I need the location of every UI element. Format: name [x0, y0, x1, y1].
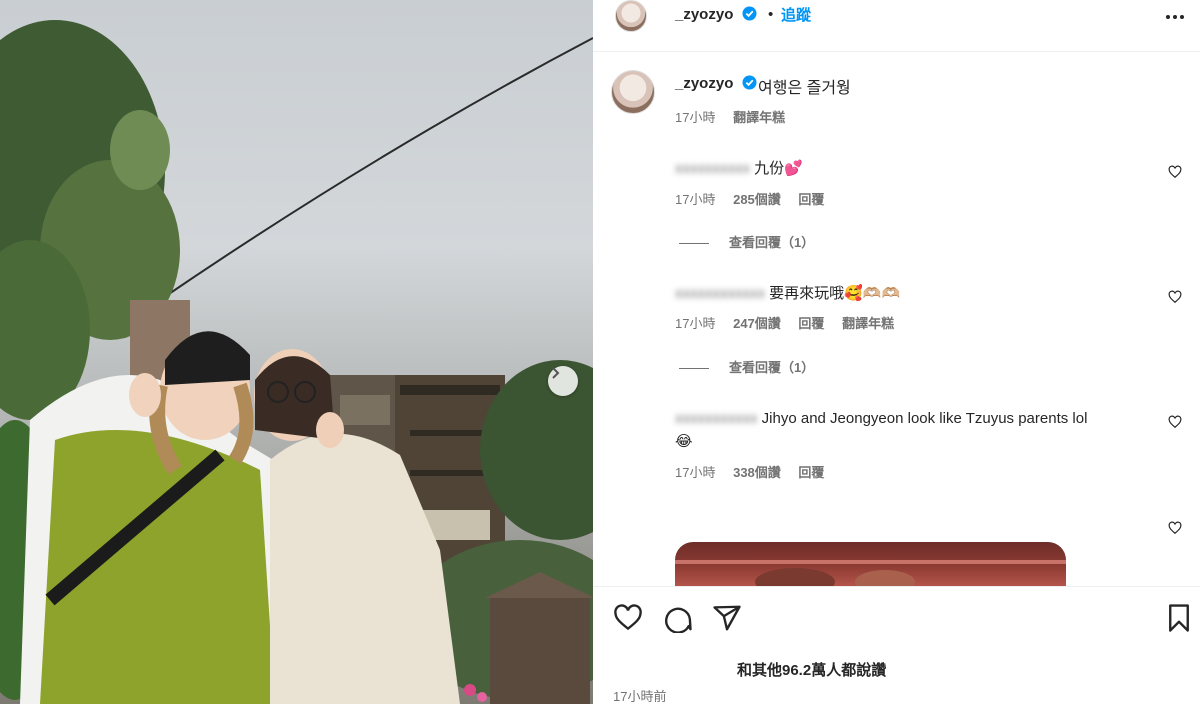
verified-badge-icon: [742, 6, 757, 21]
comment-2-likes[interactable]: 247個讚: [733, 316, 781, 331]
comment-3-likes[interactable]: 338個讚: [733, 465, 781, 480]
comment-1-body: xxxxxxxxxx 九份💕: [675, 157, 803, 178]
more-options-icon[interactable]: [1165, 4, 1185, 25]
photo-scene: [0, 20, 593, 704]
comment-2-reply-button[interactable]: 回覆: [798, 316, 824, 331]
likes-summary[interactable]: 和其他96.2萬人都說讚: [737, 659, 886, 680]
caption-meta: 17小時 翻譯年糕: [675, 107, 799, 126]
comment-3-body: xxxxxxxxxxx Jihyo and Jeongyeon look lik…: [675, 407, 1155, 453]
comment-2-meta: 17小時 247個讚 回覆 翻譯年糕: [675, 313, 908, 332]
caption-time: 17小時: [675, 110, 716, 125]
next-photo-button[interactable]: [548, 366, 578, 396]
comment-4-like-icon[interactable]: [1168, 521, 1182, 535]
post-time: 17小時前: [613, 689, 667, 704]
caption-avatar[interactable]: [611, 70, 655, 114]
comment-3-meta: 17小時 338個讚 回覆: [675, 462, 838, 481]
actions-divider: [593, 586, 1200, 587]
header-username[interactable]: _zyozyo: [675, 6, 757, 23]
caption-username[interactable]: _zyozyo: [675, 75, 757, 92]
comment-3-like-icon[interactable]: [1168, 415, 1182, 429]
comment-3-username[interactable]: xxxxxxxxxxx: [675, 407, 758, 430]
comment-3-time: 17小時: [675, 465, 716, 480]
comment-1-view-replies[interactable]: 查看回覆（1）: [679, 232, 814, 251]
post-header: _zyozyo • 追蹤: [593, 0, 1200, 52]
view-replies-text[interactable]: 查看回覆（1）: [729, 235, 814, 250]
caption-username-text[interactable]: _zyozyo: [675, 75, 733, 92]
comment-2-translate-button[interactable]: 翻譯年糕: [842, 316, 894, 331]
avatar[interactable]: [615, 0, 647, 32]
comment-2-body: xxxxxxxxxxxx 要再來玩哦🥰🫶🏼🫶🏼: [675, 282, 900, 303]
post-side-panel: _zyozyo • 追蹤 _zyozyo 여행은 즐거웡 17小時 翻譯年糕 x…: [593, 0, 1200, 704]
share-send-icon[interactable]: [712, 603, 742, 633]
comment-2-like-icon[interactable]: [1168, 290, 1182, 304]
comment-2-time: 17小時: [675, 316, 716, 331]
view-replies-text[interactable]: 查看回覆（1）: [729, 360, 814, 375]
comment-1-username[interactable]: xxxxxxxxxx: [675, 160, 750, 177]
comment-2-username[interactable]: xxxxxxxxxxxx: [675, 285, 765, 302]
comment-3-text: Jihyo and Jeongyeon look like Tzuyus par…: [761, 410, 1088, 427]
divider-line: [679, 243, 709, 245]
divider-line: [679, 368, 709, 370]
like-heart-icon[interactable]: [613, 603, 643, 633]
comment-1-like-icon[interactable]: [1168, 165, 1182, 179]
comment-2-view-replies[interactable]: 查看回覆（1）: [679, 357, 814, 376]
comment-1-time: 17小時: [675, 192, 716, 207]
comment-1-text: 九份💕: [754, 160, 803, 177]
separator-dot: •: [768, 6, 774, 23]
comment-icon[interactable]: [663, 603, 693, 634]
comment-1-likes[interactable]: 285個讚: [733, 192, 781, 207]
comment-2-text: 要再來玩哦🥰🫶🏼🫶🏼: [769, 285, 901, 302]
verified-badge-icon: [742, 75, 757, 90]
comment-1-meta: 17小時 285個讚 回覆: [675, 189, 838, 208]
post-photo[interactable]: [0, 0, 593, 704]
username-text[interactable]: _zyozyo: [675, 6, 733, 23]
comment-4-image[interactable]: [675, 542, 1066, 586]
comment-3-reply-button[interactable]: 回覆: [798, 465, 824, 480]
translate-button[interactable]: 翻譯年糕: [733, 110, 785, 125]
caption-text: 여행은 즐거웡: [758, 80, 851, 97]
comment-3-emoji: 😂: [675, 433, 693, 450]
comment-1-reply-button[interactable]: 回覆: [798, 192, 824, 207]
follow-button[interactable]: 追蹤: [781, 4, 811, 25]
bookmark-icon[interactable]: [1164, 603, 1194, 633]
